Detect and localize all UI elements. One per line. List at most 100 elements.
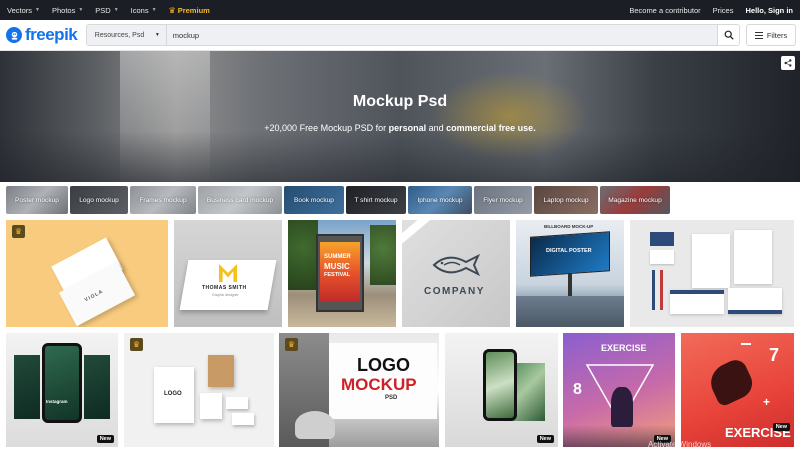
poster-text: MUSIC (324, 262, 350, 271)
fish-logo-icon (432, 253, 481, 277)
chip-magazine-mockup[interactable]: Magazine mockup (600, 186, 670, 214)
card-shape (226, 397, 248, 409)
chip-poster-mockup[interactable]: Poster mockup (6, 186, 68, 214)
card-role-text: Graphic designer (212, 293, 239, 297)
ribbon-shape (402, 220, 430, 246)
billboard-pole (568, 274, 572, 298)
chip-tshirt-mockup[interactable]: T shirt mockup (346, 186, 406, 214)
athlete-shape (704, 356, 758, 408)
logo-mockup-text: MOCKUP (341, 375, 417, 394)
hero-banner: Mockup Psd +20,000 Free Mockup PSD for p… (0, 51, 800, 182)
nav-icons[interactable]: Icons ▼ (131, 6, 157, 15)
crown-icon: ♛ (287, 340, 296, 349)
crown-icon: ♛ (132, 340, 141, 349)
letterhead-shape (692, 234, 730, 288)
company-text: COMPANY (424, 286, 485, 297)
business-card-shape (650, 250, 674, 264)
city-skyline-shape (516, 296, 624, 327)
crown-icon: ♛ (168, 5, 176, 15)
card-name-text: THOMAS SMITH (202, 285, 247, 291)
bag-shape (208, 355, 234, 387)
logo-mockup-text: PSD (385, 395, 398, 401)
billboard-text: DIGITAL POSTER (546, 248, 592, 254)
tree-shape (288, 220, 318, 290)
exercise-number: 8 (573, 381, 582, 398)
chip-iphone-mockup[interactable]: Iphone mockup (408, 186, 472, 214)
box-shape (200, 393, 222, 419)
freepik-logo[interactable]: freepik (6, 25, 82, 45)
page-title: Mockup Psd (352, 93, 448, 110)
chip-flyer-mockup[interactable]: Flyer mockup (474, 186, 532, 214)
become-contributor-link[interactable]: Become a contributor (629, 6, 700, 15)
letterhead-shape (734, 230, 772, 284)
category-chips: Poster mockup Logo mockup Frames mockup … (6, 186, 672, 214)
resource-type-select[interactable]: Resources, Psd ▼ (86, 25, 167, 45)
resource-tile-stationery-logo[interactable]: LOGO ♛ (124, 333, 274, 447)
poster-text: SUMMER (324, 254, 351, 260)
chip-book-mockup[interactable]: Book mockup (284, 186, 344, 214)
resource-tile-stationery-set[interactable] (630, 220, 794, 327)
plus-icon: + (763, 395, 771, 409)
exercise-text: EXERCISE (601, 343, 647, 353)
search-bar: Resources, Psd ▼ (85, 24, 741, 46)
top-nav: Vectors ▼ Photos ▼ PSD ▼ Icons ▼ ♛ Premium Be… (0, 0, 800, 20)
crown-icon: ♛ (14, 227, 23, 236)
poster-text: FESTIVAL (324, 272, 351, 278)
chevron-down-icon: ▼ (151, 7, 157, 13)
filters-icon (754, 31, 763, 39)
header: freepik Resources, Psd ▼ Filters (0, 20, 800, 51)
athlete-shape (611, 387, 633, 427)
premium-badge: ♛ (285, 338, 298, 351)
pen-shape (660, 270, 663, 310)
premium-badge: ♛ (130, 338, 143, 351)
phone-shape (483, 349, 517, 421)
envelope-shape (670, 290, 724, 314)
chip-frames-mockup[interactable]: Frames mockup (130, 186, 196, 214)
hero-background-blur (0, 131, 800, 182)
activate-windows-watermark: Activate Windows (648, 440, 712, 449)
resource-tile-logo-mockup-wall[interactable]: LOGO MOCKUP PSD ♛ (279, 333, 439, 447)
resource-tile-exercise-purple[interactable]: EXERCISE 8 New (563, 333, 675, 447)
chip-logo-mockup[interactable]: Logo mockup (70, 186, 128, 214)
stationery-logo-text: LOGO (164, 391, 182, 397)
search-input[interactable] (166, 25, 718, 45)
resource-tile-exercise-red[interactable]: 7 + EXERCISE New (681, 333, 794, 447)
card-shape (232, 413, 254, 425)
resource-tile-billboard[interactable]: BILLBOARD MOCK-UP DIGITAL POSTER (516, 220, 624, 327)
billboard-shape (530, 231, 610, 277)
prices-link[interactable]: Prices (713, 6, 734, 15)
panel-shape (84, 355, 110, 419)
new-badge: New (772, 423, 790, 431)
freepik-logo-icon (6, 27, 22, 43)
chevron-down-icon: ▼ (154, 32, 160, 38)
nav-premium[interactable]: ♛ Premium (169, 6, 210, 15)
chip-business-card-mockup[interactable]: Business card mockup (198, 186, 282, 214)
line-shape (741, 343, 751, 345)
filters-button[interactable]: Filters (746, 24, 796, 46)
nav-photos[interactable]: Photos ▼ (52, 6, 83, 15)
tree-shape (370, 225, 396, 285)
business-card-shape (650, 232, 674, 246)
new-badge: New (536, 435, 554, 443)
page-subtitle: +20,000 Free Mockup PSD for personal and… (264, 123, 536, 133)
panel-shape (14, 355, 40, 419)
search-icon (724, 30, 734, 40)
resource-tile-instagram-phone[interactable]: Instagram New (6, 333, 118, 447)
phone-shape (42, 343, 82, 423)
share-button[interactable] (781, 56, 795, 70)
chip-laptop-mockup[interactable]: Laptop mockup (534, 186, 598, 214)
resource-tile-iphone-leaf[interactable]: New (445, 333, 558, 447)
resource-tile-company-logo[interactable]: COMPANY (402, 220, 510, 327)
search-button[interactable] (717, 25, 740, 45)
nav-vectors[interactable]: Vectors ▼ (7, 6, 40, 15)
chevron-down-icon: ▼ (78, 7, 84, 13)
envelope-shape (728, 288, 782, 314)
exercise-number: 7 (769, 345, 780, 365)
resource-tile-bus-stop-poster[interactable]: SUMMER MUSIC FESTIVAL (288, 220, 396, 327)
billboard-caption: BILLBOARD MOCK-UP (544, 224, 594, 229)
chevron-down-icon: ▼ (35, 7, 40, 13)
resource-tile-business-card-thomas[interactable]: THOMAS SMITH Graphic designer (174, 220, 282, 327)
nav-psd[interactable]: PSD ▼ (95, 6, 118, 15)
signin-link[interactable]: Hello, Sign in (745, 6, 793, 15)
resource-tile-business-card-viola[interactable]: VIOLA ♛ (6, 220, 168, 327)
